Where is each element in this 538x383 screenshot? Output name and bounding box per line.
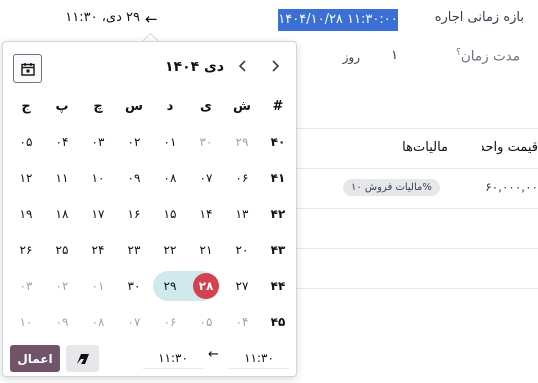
weekday-header: د [166,98,174,114]
calendar-day[interactable]: ۲۲ [152,232,188,268]
week-number: ۴۱ [270,171,286,185]
calendar-day[interactable]: ۰۳ [80,124,116,160]
duration-label: مدت زمان؟ [454,48,520,65]
week-number: ۴۰ [270,135,286,149]
calendar-day[interactable]: ۰۱ [152,124,188,160]
column-header-unit-price[interactable]: قیمت واحد [482,140,538,155]
time-arrow-icon: ← [208,347,219,362]
unit-price-cell[interactable]: ۱۶۰,۰۰۰,۰۰ [486,180,538,194]
calendar-day[interactable]: ۲۶ [8,232,44,268]
column-header-taxes[interactable]: مالیات‌ها [402,140,448,155]
weekday-header: پ [55,98,69,114]
calendar-day[interactable]: ۱۵ [152,196,188,232]
calendar-day[interactable]: ۰۶ [224,160,260,196]
calendar-day[interactable]: ۰۱ [80,268,116,304]
calendar-day[interactable]: ۱۱ [44,160,80,196]
calendar-day[interactable]: ۲۱ [188,232,224,268]
calendar-day[interactable]: ۳۰ [188,124,224,160]
calendar-day[interactable]: ۲۷ [224,268,260,304]
week-number: ۴۳ [270,243,286,257]
calendar-day[interactable]: ۱۰ [8,304,44,340]
table-row-border [292,208,538,209]
calendar-day[interactable]: ۱۶ [116,196,152,232]
calendar-day[interactable]: ۲۴ [80,232,116,268]
duration-unit: روز [342,50,360,64]
week-number: ۴۲ [270,207,286,221]
calendar-day[interactable]: ۲۹ [224,124,260,160]
end-time-input[interactable]: ۱۱:۳۰ [143,347,203,369]
table-top-border [292,128,538,129]
week-number: ۴۴ [270,279,286,293]
calendar-day[interactable]: ۱۷ [80,196,116,232]
calendar-day[interactable]: ۰۸ [80,304,116,340]
calendar-day[interactable]: ۰۵ [188,304,224,340]
calendar-day[interactable]: ۰۲ [116,124,152,160]
range-arrow-icon: ← [145,10,158,28]
calendar-day[interactable]: ۲۹ [152,268,188,304]
calendar-day[interactable]: ۰۷ [188,160,224,196]
rental-start-input[interactable]: ۱۴۰۴/۱۰/۲۸ ۱۱:۳۰:۰۰ [278,9,398,31]
calendar-grid: # ش ی د س چ پ ج ۴۰ ۲۹ ۳۰ ۰۱ ۰۲ ۰۳ ۰۴ ۰۵ ۴۱ ۰۶ ۰۷ ۰۸ ۰۹ ۱۰ ۱۱ ۱۲… [3,42,296,376]
apply-button[interactable]: اعمال [10,345,60,372]
calendar-day[interactable]: ۲۰ [224,232,260,268]
calendar-day[interactable]: ۱۰ [80,160,116,196]
calendar-day[interactable]: ۰۴ [224,304,260,340]
week-number: ۴۵ [270,315,286,329]
calendar-day[interactable]: ۰۴ [44,124,80,160]
rental-period-label: بازه زمانی اجاره [434,10,524,25]
table-row-border [292,248,538,249]
calendar-day[interactable]: ۰۹ [116,160,152,196]
calendar-day[interactable]: ۲۳ [116,232,152,268]
weekday-header: س [125,98,143,114]
calendar-day[interactable]: ۰۲ [44,268,80,304]
tax-badge[interactable]: مالیات فروش ۱۰% [343,179,440,196]
week-number-header: # [272,98,284,114]
calendar-day[interactable]: ۱۸ [44,196,80,232]
calendar-day[interactable]: ۲۵ [44,232,80,268]
table-header-border [292,168,538,169]
weekday-header: ی [200,98,212,114]
calendar-day[interactable]: ۰۸ [152,160,188,196]
calendar-day[interactable]: ۰۷ [116,304,152,340]
start-time-input[interactable]: ۱۱:۳۰ [229,347,289,369]
weekday-header: ش [233,98,251,114]
calendar-day[interactable]: ۰۵ [8,124,44,160]
weekday-header: چ [93,98,103,114]
weekday-header: ج [21,98,31,114]
calendar-day[interactable]: ۳۰ [116,268,152,304]
calendar-day[interactable]: ۲۸ [188,268,224,304]
duration-value[interactable]: ۱ [391,48,398,63]
duration-label-text: مدت زمان [460,48,520,65]
calendar-day[interactable]: ۰۳ [8,268,44,304]
calendar-day[interactable]: ۰۶ [152,304,188,340]
calendar-day[interactable]: ۱۴ [188,196,224,232]
calendar-day[interactable]: ۱۲ [8,160,44,196]
calendar-day[interactable]: ۱۹ [8,196,44,232]
calendar-day[interactable]: ۱۳ [224,196,260,232]
clear-button[interactable] [66,345,99,372]
calendar-day[interactable]: ۰۹ [44,304,80,340]
eraser-icon [76,353,89,364]
date-range-picker: دی ۱۴۰۴ # ش ی د س چ پ ج ۴۰ ۲۹ ۳۰ ۰۱ ۰۲ ۰۳ ۰۴ ۰۵ ۴۱ ۰۶ ۰۷ ۰۸… [2,41,297,377]
table-row-border [292,288,538,289]
rental-end-input[interactable]: ۲۹ دی، ۱۱:۳۰ [60,10,140,25]
